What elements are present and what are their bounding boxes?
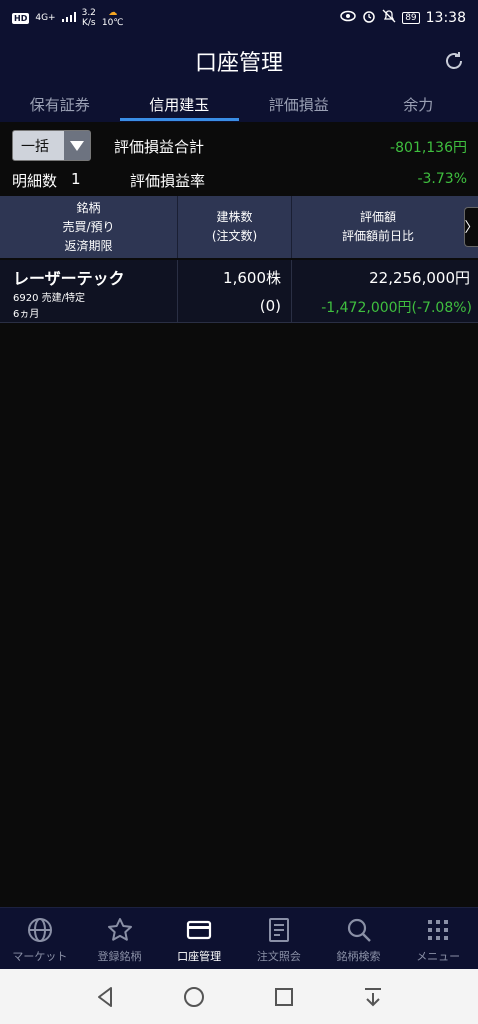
column-header-text: 評価額 — [359, 210, 396, 224]
home-icon[interactable] — [182, 985, 206, 1009]
total-pl-label: 評価損益合計 — [114, 138, 205, 156]
table-header: 銘柄 売買/預り 返済期限 建株数 (注文数) 評価額 評価額前日比 〉 — [0, 196, 478, 258]
back-icon[interactable] — [93, 985, 117, 1009]
status-bar: HD 4G+ 3.2 K/s ☁ 10℃ 89 13:38 — [0, 0, 478, 36]
valuation-change: -1,472,000円(-7.08%) — [321, 300, 472, 316]
nav-menu[interactable]: メニュー — [398, 908, 478, 969]
dropdown-arrow-icon[interactable] — [64, 131, 90, 160]
column-header-text: 建株数 — [216, 210, 253, 224]
column-header-stock: 銘柄 売買/預り 返済期限 — [0, 196, 178, 258]
globe-icon — [27, 918, 52, 942]
tab-holdings[interactable]: 保有証券 — [0, 86, 120, 122]
mute-bell-icon — [382, 9, 396, 27]
tab-margin-positions[interactable]: 信用建玉 — [119, 86, 240, 122]
star-icon — [107, 918, 132, 941]
nav-label: メニュー — [416, 950, 461, 963]
table-row[interactable]: レーザーテック 6920 売建/特定 6ヵ月 1,600株 (0) 22,256… — [0, 260, 478, 323]
nav-orders[interactable]: 注文照会 — [239, 908, 319, 969]
nav-stock-search[interactable]: 銘柄検索 — [319, 908, 399, 969]
recents-icon[interactable] — [272, 985, 296, 1009]
pl-rate-label: 評価損益率 — [130, 172, 206, 190]
column-header-valuation: 評価額 評価額前日比 — [292, 196, 464, 258]
document-icon — [268, 918, 289, 942]
summary-panel: 一括 評価損益合計 -801,136円 明細数 1 評価損益率 -3.73% — [0, 122, 478, 196]
nav-label: 銘柄検索 — [336, 950, 381, 963]
nav-account[interactable]: 口座管理 — [159, 908, 239, 969]
filter-select[interactable]: 一括 — [12, 130, 91, 161]
app-header: 口座管理 — [0, 36, 478, 86]
nav-label: 注文照会 — [256, 950, 301, 963]
quantity-cell: 1,600株 (0) — [178, 260, 292, 322]
nav-label: マーケット — [12, 950, 68, 963]
battery-indicator: 89 — [402, 12, 420, 24]
eye-icon — [340, 10, 356, 26]
stock-cell: レーザーテック 6920 売建/特定 6ヵ月 — [0, 260, 178, 322]
nav-market[interactable]: マーケット — [0, 908, 80, 969]
page-title: 口座管理 — [194, 51, 283, 76]
nav-watchlist[interactable]: 登録銘柄 — [80, 908, 160, 969]
nav-label: 登録銘柄 — [97, 950, 142, 963]
hd-badge: HD — [12, 12, 30, 24]
tab-profit-loss[interactable]: 評価損益 — [239, 86, 359, 122]
clock: 13:38 — [425, 10, 466, 26]
count-value: 1 — [71, 170, 81, 188]
order-quantity: (0) — [259, 297, 281, 315]
signal-icon — [61, 11, 76, 25]
total-pl-value: -801,136円 — [390, 140, 467, 156]
column-header-quantity: 建株数 (注文数) — [178, 196, 292, 258]
weather-indicator: ☁ 10℃ — [102, 8, 124, 28]
alarm-icon — [362, 9, 376, 27]
stock-code-type: 6920 売建/特定 — [13, 293, 85, 304]
count-label: 明細数 — [12, 172, 58, 190]
column-header-text: 返済期限 — [64, 238, 113, 253]
notification-pull-icon[interactable] — [361, 985, 385, 1009]
card-icon — [187, 920, 212, 940]
search-icon — [347, 918, 371, 942]
grid-menu-icon — [428, 920, 449, 940]
pl-rate-value: -3.73% — [417, 171, 467, 187]
next-columns-button[interactable]: 〉 — [464, 207, 478, 247]
filter-select-value: 一括 — [21, 138, 49, 155]
stock-term: 6ヵ月 — [13, 309, 40, 320]
speed-unit: K/s — [81, 18, 96, 28]
column-header-text: 売買/預り — [62, 219, 115, 234]
column-header-text: 評価額前日比 — [341, 229, 414, 243]
network-indicator: 4G+ — [35, 12, 56, 23]
nav-label: 口座管理 — [177, 950, 222, 963]
network-speed: 3.2 K/s — [82, 8, 96, 28]
refresh-icon[interactable] — [442, 49, 466, 73]
tab-buying-power[interactable]: 余力 — [359, 86, 478, 122]
column-header-text: (注文数) — [211, 229, 258, 243]
tab-bar: 保有証券 信用建玉 評価損益 余力 — [0, 86, 478, 122]
bottom-navigation: マーケット 登録銘柄 口座管理 注文照会 銘柄検索 メニュー — [0, 907, 478, 969]
valuation-amount: 22,256,000円 — [369, 269, 470, 287]
stock-name: レーザーテック — [13, 269, 125, 288]
status-right: 89 13:38 — [340, 9, 466, 27]
chevron-right-icon: 〉 — [464, 220, 478, 236]
speed-value: 3.2 — [81, 8, 96, 18]
position-quantity: 1,600株 — [223, 269, 281, 287]
system-navigation-bar — [0, 969, 478, 1024]
weather-temp: 10℃ — [101, 18, 124, 28]
column-header-text: 銘柄 — [76, 200, 101, 215]
valuation-cell: 22,256,000円 -1,472,000円(-7.08%) — [292, 260, 478, 322]
weather-icon: ☁ — [108, 8, 118, 18]
status-left: HD 4G+ 3.2 K/s ☁ 10℃ — [12, 8, 123, 28]
